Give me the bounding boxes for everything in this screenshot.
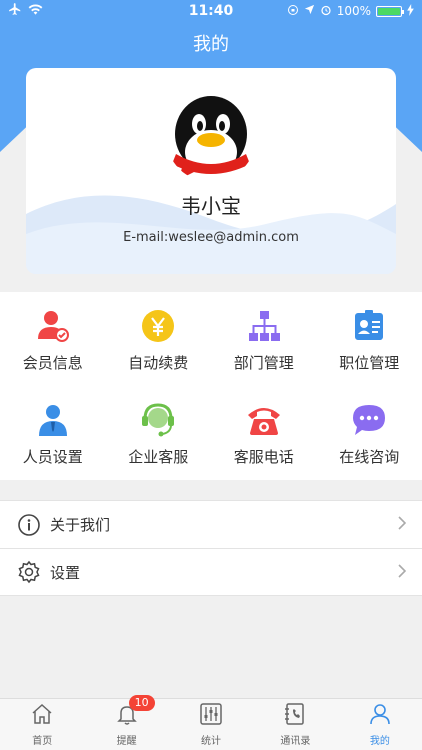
chat-bubble-icon bbox=[349, 400, 389, 440]
member-info-icon bbox=[33, 306, 73, 346]
tab-home[interactable]: 首页 bbox=[0, 699, 84, 750]
tab-label: 统计 bbox=[201, 736, 222, 747]
status-bar: 11:40 100% bbox=[0, 0, 422, 22]
notification-badge: 10 bbox=[128, 695, 155, 711]
grid-item-position[interactable]: 职位管理 bbox=[317, 292, 422, 386]
status-time: 11:40 bbox=[188, 3, 234, 19]
telephone-icon bbox=[244, 400, 284, 440]
qq-penguin-avatar bbox=[166, 92, 256, 182]
user-icon bbox=[368, 702, 392, 730]
grid-label: 客服电话 bbox=[233, 447, 294, 466]
location-icon bbox=[304, 4, 315, 18]
wifi-icon bbox=[28, 3, 43, 19]
status-left bbox=[8, 2, 148, 20]
tab-label: 我的 bbox=[369, 736, 390, 747]
tab-bar: 首页 10 提醒 统计 通讯录 我的 bbox=[0, 695, 422, 750]
list-label: 关于我们 bbox=[50, 516, 111, 534]
contacts-book-icon bbox=[283, 702, 307, 730]
grid-item-enterprise-service[interactable]: 企业客服 bbox=[106, 386, 212, 480]
settings-list: 关于我们 设置 bbox=[0, 500, 422, 596]
grid-item-personnel[interactable]: 人员设置 bbox=[0, 386, 106, 480]
battery-icon bbox=[376, 5, 404, 17]
status-right: 100% bbox=[274, 3, 414, 19]
user-email: E-mail:weslee@admin.com bbox=[123, 230, 299, 245]
tab-label: 通讯录 bbox=[280, 736, 311, 747]
list-item-settings[interactable]: 设置 bbox=[0, 548, 422, 595]
id-card-icon bbox=[349, 306, 389, 346]
grid-item-department[interactable]: 部门管理 bbox=[211, 292, 317, 386]
grid-label: 人员设置 bbox=[22, 447, 83, 466]
list-item-about-us[interactable]: 关于我们 bbox=[0, 501, 422, 548]
airplane-icon bbox=[8, 2, 22, 20]
tab-label: 首页 bbox=[32, 736, 53, 747]
grid-label: 会员信息 bbox=[22, 353, 83, 372]
info-icon bbox=[16, 512, 42, 538]
grid-label: 部门管理 bbox=[233, 353, 294, 372]
grid-label: 企业客服 bbox=[128, 447, 189, 466]
home-icon bbox=[30, 702, 54, 730]
battery-percent: 100% bbox=[336, 4, 371, 18]
lock-rotation-icon bbox=[287, 4, 299, 19]
gear-icon bbox=[16, 559, 42, 585]
headset-icon bbox=[138, 400, 178, 440]
profile-card: 韦小宝 E-mail:weslee@admin.com bbox=[26, 68, 396, 274]
card-wave-decoration bbox=[26, 195, 396, 274]
grid-item-service-phone[interactable]: 客服电话 bbox=[211, 386, 317, 480]
tab-reminder[interactable]: 10 提醒 bbox=[84, 695, 168, 750]
tab-statistics[interactable]: 统计 bbox=[169, 699, 253, 750]
tab-mine[interactable]: 我的 bbox=[338, 699, 422, 750]
grid-label: 在线咨询 bbox=[339, 447, 400, 466]
avatar[interactable] bbox=[166, 92, 256, 182]
org-chart-icon bbox=[244, 306, 284, 346]
charging-icon bbox=[407, 3, 414, 19]
grid-item-online-consult[interactable]: 在线咨询 bbox=[317, 386, 422, 480]
grid-label: 职位管理 bbox=[339, 353, 400, 372]
page-title: 我的 bbox=[193, 34, 229, 55]
user-name: 韦小宝 bbox=[181, 194, 241, 218]
function-grid: 会员信息 自动续费 部门管理 职位管理 人员设置 企业客服 客服电话 在线咨询 bbox=[0, 292, 422, 480]
sliders-icon bbox=[199, 702, 223, 730]
chevron-right-icon bbox=[398, 563, 407, 582]
yuan-icon bbox=[138, 306, 178, 346]
grid-label: 自动续费 bbox=[128, 353, 189, 372]
alarm-icon bbox=[320, 4, 332, 19]
chevron-right-icon bbox=[398, 515, 407, 534]
person-settings-icon bbox=[33, 400, 73, 440]
list-label: 设置 bbox=[50, 563, 81, 582]
grid-item-auto-renew[interactable]: 自动续费 bbox=[106, 292, 212, 386]
tab-contacts[interactable]: 通讯录 bbox=[253, 699, 337, 750]
tab-label: 提醒 bbox=[116, 736, 137, 747]
grid-item-member-info[interactable]: 会员信息 bbox=[0, 292, 106, 386]
